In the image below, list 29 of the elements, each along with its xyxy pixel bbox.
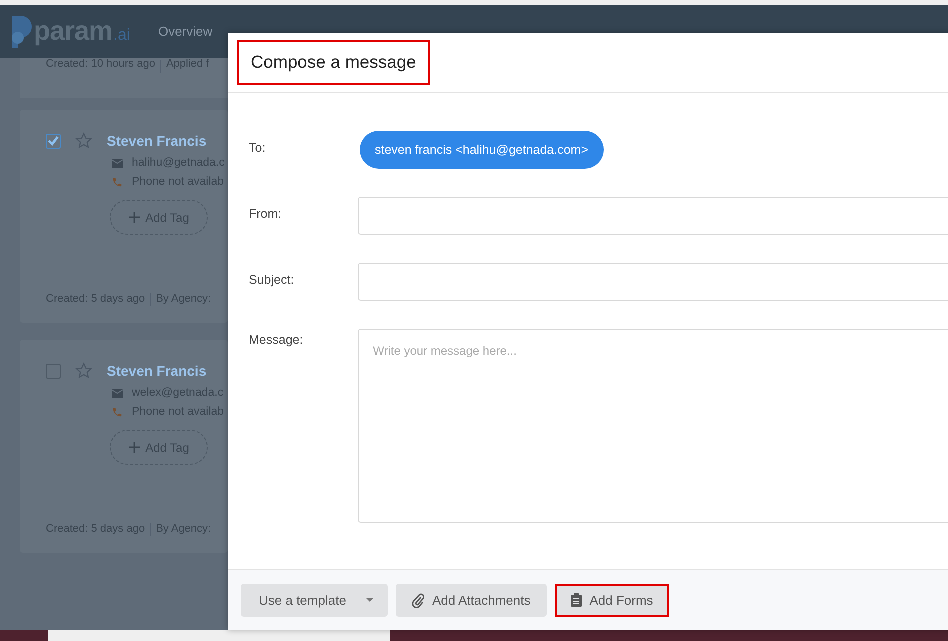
envelope-icon xyxy=(112,388,123,398)
field-label: To: xyxy=(249,140,267,155)
recipient-chip[interactable]: steven francis <halihu@getnada.com> xyxy=(360,131,604,169)
plus-icon xyxy=(128,212,140,223)
star-icon[interactable] xyxy=(75,362,93,380)
candidate-name[interactable]: Steven Francis xyxy=(107,363,207,379)
caret-icon xyxy=(366,598,374,602)
logo-icon xyxy=(12,16,34,48)
message-field[interactable]: Write your message here... xyxy=(358,329,948,523)
input-field[interactable] xyxy=(358,197,948,235)
toolbar-button[interactable]: Add Attachments xyxy=(396,584,547,616)
field-label: From: xyxy=(249,206,283,221)
clipboard-icon xyxy=(570,593,582,607)
checkbox[interactable] xyxy=(46,134,61,148)
checkbox[interactable] xyxy=(46,364,61,378)
phone-icon xyxy=(112,176,123,188)
toolbar-button[interactable]: Use a template xyxy=(241,584,388,616)
nav-item[interactable]: Overview xyxy=(154,24,217,39)
paperclip-icon xyxy=(412,592,424,608)
candidate-name[interactable]: Steven Francis xyxy=(107,133,207,149)
input-field[interactable] xyxy=(358,263,948,301)
toolbar-button[interactable]: Add Forms xyxy=(554,584,670,616)
plus-icon xyxy=(128,442,140,453)
envelope-icon xyxy=(112,158,123,168)
field-label: Message: xyxy=(249,332,304,347)
star-icon[interactable] xyxy=(75,132,93,150)
phone-icon xyxy=(112,406,123,418)
dialog-title: Compose a message xyxy=(237,40,430,85)
field-label: Subject: xyxy=(249,272,296,287)
